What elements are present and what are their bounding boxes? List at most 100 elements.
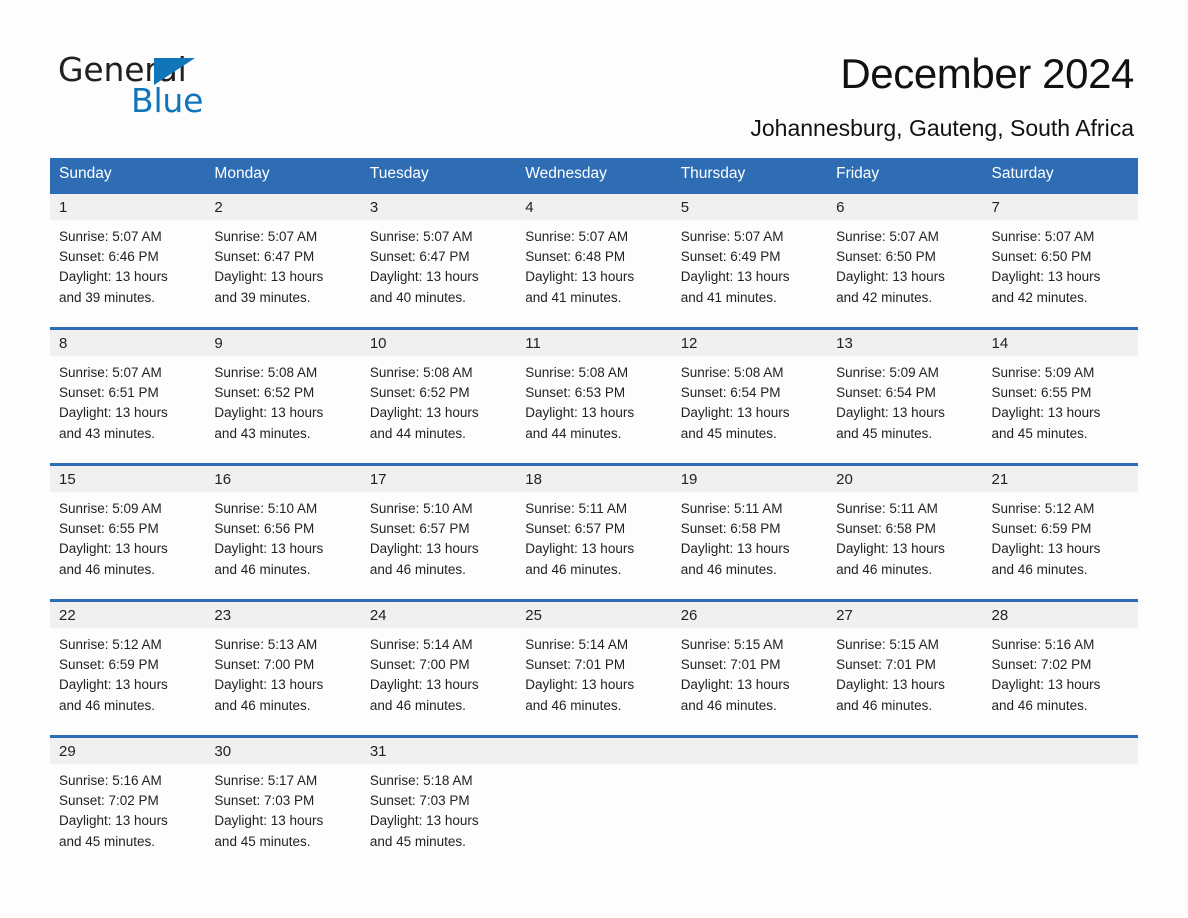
day-details: Sunrise: 5:11 AM Sunset: 6:58 PM Dayligh…	[827, 492, 982, 580]
calendar-day-cell[interactable]: 8 Sunrise: 5:07 AM Sunset: 6:51 PM Dayli…	[50, 330, 206, 452]
sunrise-text: Sunrise: 5:08 AM	[214, 365, 318, 380]
daylight-text-line2: and 43 minutes.	[59, 425, 156, 441]
day-details	[516, 764, 671, 771]
sunrise-text: Sunrise: 5:08 AM	[369, 365, 473, 380]
daylight-text-line1: Daylight: 13 hours	[525, 269, 635, 285]
calendar-day-cell[interactable]: 11 Sunrise: 5:08 AM Sunset: 6:53 PM Dayl…	[516, 330, 672, 452]
calendar-day-cell[interactable]: 12 Sunrise: 5:08 AM Sunset: 6:54 PM Dayl…	[671, 330, 828, 452]
day-number: 3	[360, 194, 517, 220]
calendar-day-cell[interactable]: 18 Sunrise: 5:11 AM Sunset: 6:57 PM Dayl…	[516, 466, 672, 588]
sunrise-text: Sunrise: 5:13 AM	[214, 637, 318, 652]
sunrise-text: Sunrise: 5:16 AM	[991, 637, 1095, 652]
daylight-text-line2: and 46 minutes.	[369, 697, 466, 713]
day-number: 10	[360, 330, 517, 356]
day-details: Sunrise: 5:08 AM Sunset: 6:53 PM Dayligh…	[516, 356, 671, 444]
calendar-day-cell[interactable]: 13 Sunrise: 5:09 AM Sunset: 6:54 PM Dayl…	[827, 330, 983, 452]
sunset-text: Sunset: 6:50 PM	[836, 249, 936, 265]
calendar-day-cell[interactable]: 15 Sunrise: 5:09 AM Sunset: 6:55 PM Dayl…	[50, 466, 206, 588]
calendar-day-cell[interactable]: 10 Sunrise: 5:08 AM Sunset: 6:52 PM Dayl…	[360, 330, 517, 452]
sunset-text: Sunset: 6:55 PM	[59, 521, 159, 537]
calendar-day-cell[interactable]: 4 Sunrise: 5:07 AM Sunset: 6:48 PM Dayli…	[516, 194, 672, 316]
daylight-text-line2: and 44 minutes.	[525, 425, 622, 441]
sunrise-text: Sunrise: 5:11 AM	[680, 501, 783, 516]
sunrise-text: Sunrise: 5:08 AM	[680, 365, 784, 380]
day-number: 17	[360, 466, 517, 492]
calendar-day-cell[interactable]: 20 Sunrise: 5:11 AM Sunset: 6:58 PM Dayl…	[827, 466, 983, 588]
day-number: 9	[205, 330, 361, 356]
daylight-text-line2: and 46 minutes.	[214, 697, 311, 713]
calendar-day-cell[interactable]: 2 Sunrise: 5:07 AM Sunset: 6:47 PM Dayli…	[205, 194, 361, 316]
calendar-day-cell[interactable]: 16 Sunrise: 5:10 AM Sunset: 6:56 PM Dayl…	[205, 466, 361, 588]
daylight-text-line2: and 46 minutes.	[680, 561, 777, 577]
calendar-day-cell[interactable]: 27 Sunrise: 5:15 AM Sunset: 7:01 PM Dayl…	[827, 602, 983, 724]
day-details: Sunrise: 5:14 AM Sunset: 7:01 PM Dayligh…	[516, 628, 671, 716]
sunset-text: Sunset: 6:46 PM	[59, 249, 159, 265]
day-details: Sunrise: 5:10 AM Sunset: 6:56 PM Dayligh…	[205, 492, 360, 580]
sunset-text: Sunset: 6:47 PM	[214, 249, 315, 265]
calendar-week-row: 8 Sunrise: 5:07 AM Sunset: 6:51 PM Dayli…	[50, 327, 1138, 452]
calendar-day-cell[interactable]: 24 Sunrise: 5:14 AM Sunset: 7:00 PM Dayl…	[360, 602, 517, 724]
daylight-text-line1: Daylight: 13 hours	[991, 405, 1101, 421]
calendar-day-cell[interactable]: 6 Sunrise: 5:07 AM Sunset: 6:50 PM Dayli…	[827, 194, 983, 316]
calendar-day-cell-empty	[671, 738, 828, 860]
day-number: 26	[671, 602, 828, 628]
calendar-day-cell[interactable]: 17 Sunrise: 5:10 AM Sunset: 6:57 PM Dayl…	[360, 466, 517, 588]
daylight-text-line2: and 40 minutes.	[369, 289, 466, 305]
calendar-day-cell[interactable]: 14 Sunrise: 5:09 AM Sunset: 6:55 PM Dayl…	[982, 330, 1138, 452]
calendar-day-cell[interactable]: 29 Sunrise: 5:16 AM Sunset: 7:02 PM Dayl…	[50, 738, 206, 860]
calendar-day-cell[interactable]: 5 Sunrise: 5:07 AM Sunset: 6:49 PM Dayli…	[671, 194, 828, 316]
sunset-text: Sunset: 6:58 PM	[680, 521, 781, 537]
calendar-day-cell[interactable]: 3 Sunrise: 5:07 AM Sunset: 6:47 PM Dayli…	[360, 194, 517, 316]
calendar-day-cell[interactable]: 22 Sunrise: 5:12 AM Sunset: 6:59 PM Dayl…	[50, 602, 206, 724]
sunset-text: Sunset: 6:48 PM	[525, 249, 626, 265]
daylight-text-line1: Daylight: 13 hours	[214, 405, 324, 421]
day-details: Sunrise: 5:09 AM Sunset: 6:54 PM Dayligh…	[827, 356, 982, 444]
calendar-page: General Blue December 2024 Johannesburg,…	[0, 0, 1188, 918]
calendar-day-cell[interactable]: 9 Sunrise: 5:08 AM Sunset: 6:52 PM Dayli…	[205, 330, 361, 452]
day-number: 29	[50, 738, 206, 764]
sunrise-text: Sunrise: 5:11 AM	[836, 501, 938, 516]
daylight-text-line2: and 45 minutes.	[680, 425, 777, 441]
daylight-text-line2: and 45 minutes.	[836, 425, 933, 441]
calendar-day-cell[interactable]: 30 Sunrise: 5:17 AM Sunset: 7:03 PM Dayl…	[205, 738, 361, 860]
day-details: Sunrise: 5:12 AM Sunset: 6:59 PM Dayligh…	[50, 628, 205, 716]
day-details	[983, 764, 1138, 771]
day-details: Sunrise: 5:07 AM Sunset: 6:50 PM Dayligh…	[827, 220, 982, 308]
daylight-text-line1: Daylight: 13 hours	[836, 677, 945, 693]
calendar-day-cell[interactable]: 28 Sunrise: 5:16 AM Sunset: 7:02 PM Dayl…	[982, 602, 1138, 724]
daylight-text-line1: Daylight: 13 hours	[214, 677, 324, 693]
calendar-day-cell[interactable]: 31 Sunrise: 5:18 AM Sunset: 7:03 PM Dayl…	[360, 738, 517, 860]
day-number: 28	[982, 602, 1138, 628]
sunrise-text: Sunrise: 5:07 AM	[836, 229, 939, 244]
sunrise-text: Sunrise: 5:14 AM	[525, 637, 629, 652]
day-number	[827, 738, 983, 764]
calendar-day-cell[interactable]: 26 Sunrise: 5:15 AM Sunset: 7:01 PM Dayl…	[671, 602, 828, 724]
weekday-header-friday: Friday	[836, 165, 880, 182]
sunrise-text: Sunrise: 5:12 AM	[59, 637, 162, 652]
calendar-day-cell[interactable]: 7 Sunrise: 5:07 AM Sunset: 6:50 PM Dayli…	[982, 194, 1138, 316]
day-details: Sunrise: 5:15 AM Sunset: 7:01 PM Dayligh…	[672, 628, 827, 716]
calendar-day-cell[interactable]: 1 Sunrise: 5:07 AM Sunset: 6:46 PM Dayli…	[50, 194, 206, 316]
daylight-text-line1: Daylight: 13 hours	[836, 541, 945, 557]
general-blue-logo[interactable]: General Blue	[58, 50, 318, 120]
sunset-text: Sunset: 7:02 PM	[59, 793, 159, 809]
calendar-day-cell[interactable]: 19 Sunrise: 5:11 AM Sunset: 6:58 PM Dayl…	[671, 466, 828, 588]
sunset-text: Sunset: 7:01 PM	[525, 657, 626, 673]
daylight-text-line2: and 46 minutes.	[991, 697, 1088, 713]
calendar-day-cell[interactable]: 23 Sunrise: 5:13 AM Sunset: 7:00 PM Dayl…	[205, 602, 361, 724]
daylight-text-line1: Daylight: 13 hours	[214, 813, 324, 829]
daylight-text-line2: and 39 minutes.	[59, 289, 156, 305]
calendar-day-cell-empty	[982, 738, 1138, 860]
daylight-text-line1: Daylight: 13 hours	[369, 813, 479, 829]
sunset-text: Sunset: 6:57 PM	[525, 521, 626, 537]
sunrise-text: Sunrise: 5:07 AM	[214, 229, 318, 244]
calendar-day-cell[interactable]: 21 Sunrise: 5:12 AM Sunset: 6:59 PM Dayl…	[982, 466, 1138, 588]
day-number: 16	[205, 466, 361, 492]
weekday-header-wednesday: Wednesday	[525, 165, 607, 182]
day-number: 6	[827, 194, 983, 220]
sunset-text: Sunset: 6:59 PM	[59, 657, 159, 673]
day-details: Sunrise: 5:16 AM Sunset: 7:02 PM Dayligh…	[50, 764, 205, 852]
calendar-day-cell[interactable]: 25 Sunrise: 5:14 AM Sunset: 7:01 PM Dayl…	[516, 602, 672, 724]
daylight-text-line1: Daylight: 13 hours	[836, 269, 945, 285]
daylight-text-line2: and 42 minutes.	[836, 289, 933, 305]
